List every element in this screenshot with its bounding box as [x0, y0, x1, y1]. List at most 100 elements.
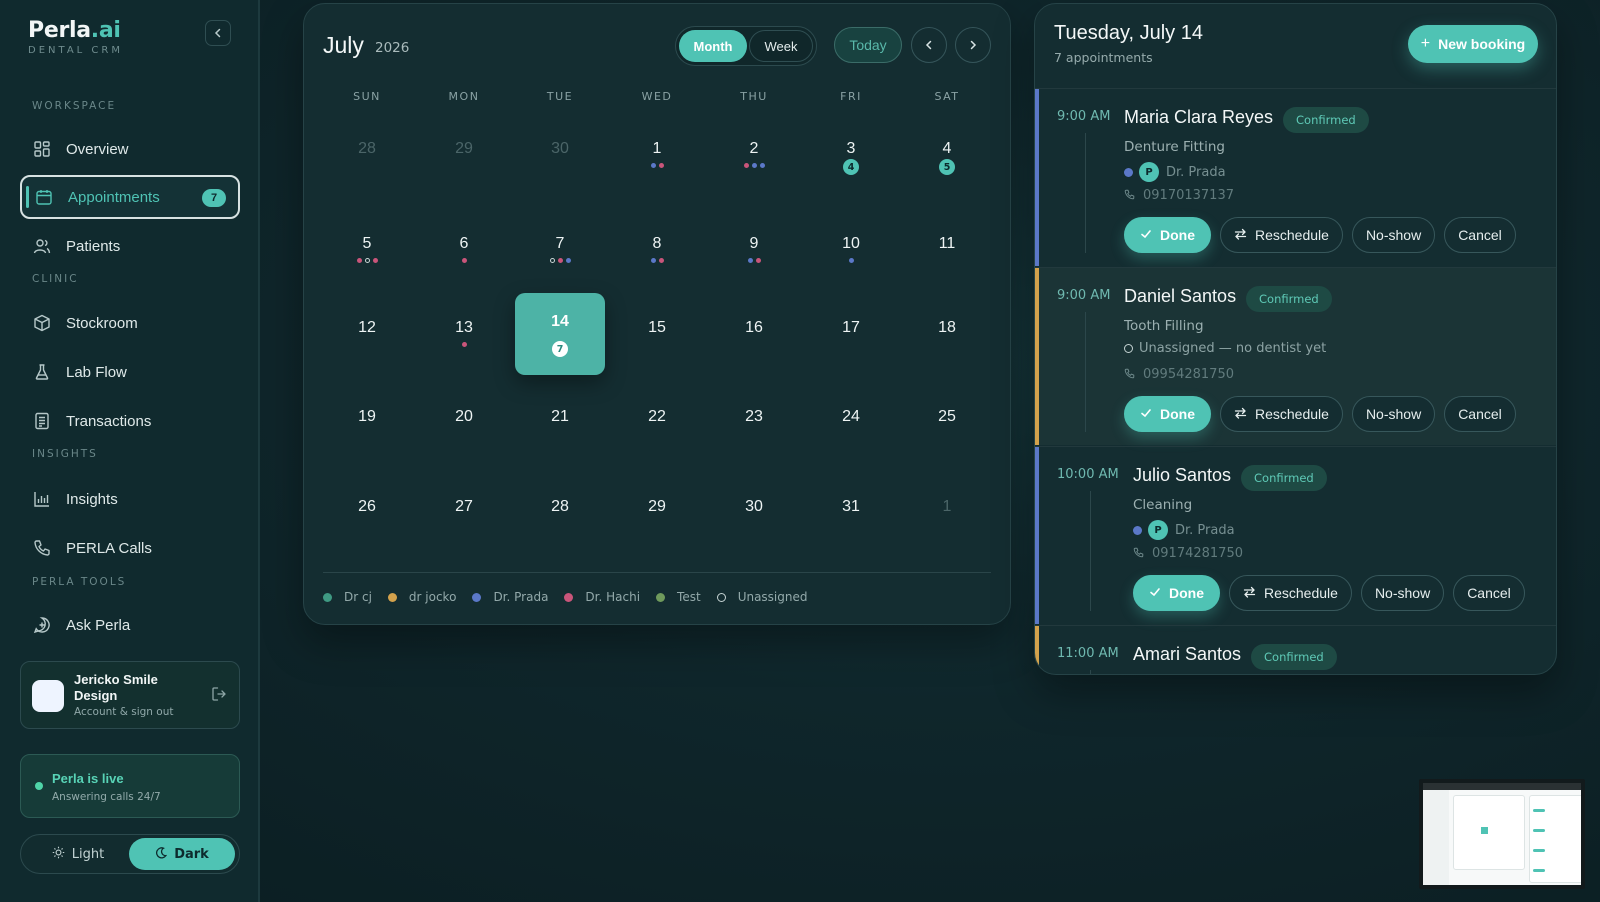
- day-number: 1: [652, 140, 662, 157]
- appointment-dots: [612, 163, 702, 168]
- calendar-day[interactable]: 9: [709, 209, 799, 291]
- calendar-day[interactable]: 23: [709, 382, 799, 464]
- sign-out-icon[interactable]: [211, 686, 227, 706]
- patient-name[interactable]: Amari Santos: [1133, 644, 1241, 665]
- previous-month-button[interactable]: [911, 27, 947, 63]
- patient-name[interactable]: Julio Santos: [1133, 465, 1231, 486]
- sidebar-item-label: Appointments: [68, 188, 160, 206]
- theme-dark-label: Dark: [174, 846, 209, 862]
- cancel-button[interactable]: Cancel: [1453, 575, 1525, 611]
- calendar-day[interactable]: 30: [709, 472, 799, 554]
- appointment-card[interactable]: 9:00 AM Maria Clara Reyes Confirmed Denture…: [1035, 88, 1556, 266]
- calendar-day[interactable]: 20: [419, 382, 509, 464]
- calendar-day[interactable]: 31: [806, 472, 896, 554]
- done-button[interactable]: Done: [1133, 575, 1220, 611]
- calendar-day[interactable]: 28: [322, 114, 412, 196]
- next-month-button[interactable]: [955, 27, 991, 63]
- day-number: 28: [551, 498, 569, 515]
- calendar-day[interactable]: 45: [902, 114, 992, 196]
- swap-icon: [1234, 228, 1247, 243]
- calendar-day[interactable]: 7: [515, 209, 605, 291]
- no-show-button[interactable]: No-show: [1360, 575, 1445, 611]
- sidebar-item-patients[interactable]: Patients: [20, 224, 240, 268]
- sidebar-item-transactions[interactable]: Transactions: [20, 399, 240, 443]
- reschedule-label: Reschedule: [1264, 585, 1338, 601]
- sidebar-item-perla-calls[interactable]: PERLA Calls: [20, 526, 240, 570]
- calendar-day[interactable]: 13: [419, 293, 509, 375]
- appointment-dot: [658, 163, 664, 168]
- calendar-day[interactable]: 28: [515, 472, 605, 554]
- done-label: Done: [1160, 406, 1195, 422]
- done-button[interactable]: Done: [1124, 396, 1211, 432]
- appointment-card[interactable]: 9:00 AM Daniel Santos Confirmed Tooth Filli…: [1035, 267, 1556, 445]
- calendar-day[interactable]: 8: [612, 209, 702, 291]
- cancel-button[interactable]: Cancel: [1444, 396, 1516, 432]
- calendar-day[interactable]: 29: [612, 472, 702, 554]
- collapse-sidebar-button[interactable]: [205, 20, 231, 46]
- screen-preview-thumbnail[interactable]: [1419, 779, 1585, 889]
- calendar-day[interactable]: 29: [419, 114, 509, 196]
- patient-name[interactable]: Maria Clara Reyes: [1124, 107, 1273, 128]
- week-view-button[interactable]: Week: [749, 30, 813, 62]
- calendar-day[interactable]: 10: [806, 209, 896, 291]
- today-button[interactable]: Today: [834, 27, 902, 63]
- calendar-day[interactable]: 17: [806, 293, 896, 375]
- account-card[interactable]: Jericko Smile Design Account & sign out: [20, 661, 240, 729]
- calendar-day[interactable]: 34: [806, 114, 896, 196]
- sidebar-item-ask-perla[interactable]: Ask Perla: [20, 603, 240, 647]
- appointment-dots: [419, 258, 509, 263]
- sidebar-item-stockroom[interactable]: Stockroom: [20, 301, 240, 345]
- calendar-day[interactable]: 30: [515, 114, 605, 196]
- calendar-day[interactable]: 12: [322, 293, 412, 375]
- calendar-day[interactable]: 22: [612, 382, 702, 464]
- no-show-button[interactable]: No-show: [1351, 217, 1436, 253]
- brand-logo[interactable]: Perla.ai DENTAL CRM: [28, 18, 123, 56]
- check-icon: [1149, 586, 1161, 601]
- sidebar-item-appointments[interactable]: Appointments 7: [20, 175, 240, 219]
- calendar-day[interactable]: 21: [515, 382, 605, 464]
- patient-name[interactable]: Daniel Santos: [1124, 286, 1236, 307]
- assigned-dentist: Unassigned — no dentist yet: [1124, 341, 1326, 356]
- theme-dark-button[interactable]: Dark: [129, 838, 235, 870]
- patient-phone[interactable]: 09954281750: [1124, 367, 1234, 382]
- calendar-day[interactable]: 19: [322, 382, 412, 464]
- calendar-day[interactable]: 1: [612, 114, 702, 196]
- calendar-day[interactable]: 11: [902, 209, 992, 291]
- reschedule-button[interactable]: Reschedule: [1220, 217, 1343, 253]
- calendar-day[interactable]: 18: [902, 293, 992, 375]
- assigned-dentist[interactable]: P Dr. Prada: [1124, 162, 1226, 182]
- appointment-card[interactable]: 10:00 AM Julio Santos Confirmed Cleaning P Dr…: [1035, 446, 1556, 624]
- patient-phone[interactable]: 09170137137: [1124, 188, 1234, 203]
- sidebar-item-insights[interactable]: Insights: [20, 477, 240, 521]
- patient-phone[interactable]: 09174281750: [1133, 546, 1243, 561]
- new-booking-button[interactable]: + New booking: [1408, 25, 1538, 63]
- calendar-day[interactable]: 1: [902, 472, 992, 554]
- day-number: 3: [846, 140, 856, 157]
- no-show-button[interactable]: No-show: [1351, 396, 1436, 432]
- calendar-day[interactable]: 27: [419, 472, 509, 554]
- dentist-color-bar: [1035, 447, 1039, 624]
- appointment-dot: [658, 258, 664, 263]
- calendar-day[interactable]: 24: [806, 382, 896, 464]
- reschedule-button[interactable]: Reschedule: [1229, 575, 1352, 611]
- calendar-day[interactable]: 16: [709, 293, 799, 375]
- calendar-day[interactable]: 15: [612, 293, 702, 375]
- assigned-dentist[interactable]: P Dr. Prada: [1133, 520, 1235, 540]
- appointment-card[interactable]: 11:00 AM Amari Santos Confirmed: [1035, 625, 1556, 674]
- calendar-day[interactable]: 26: [322, 472, 412, 554]
- calendar-day[interactable]: 25: [902, 382, 992, 464]
- calendar-day[interactable]: 2: [709, 114, 799, 196]
- calendar-day-selected[interactable]: 14 7: [515, 293, 605, 375]
- legend-color-dot: [472, 592, 482, 602]
- timeline-line: [1085, 133, 1086, 253]
- cancel-button[interactable]: Cancel: [1444, 217, 1516, 253]
- reschedule-button[interactable]: Reschedule: [1220, 396, 1343, 432]
- done-button[interactable]: Done: [1124, 217, 1211, 253]
- calendar-day[interactable]: 6: [419, 209, 509, 291]
- calendar-day[interactable]: 5: [322, 209, 412, 291]
- month-view-button[interactable]: Month: [679, 30, 747, 62]
- theme-light-button[interactable]: Light: [25, 838, 131, 870]
- sidebar-item-overview[interactable]: Overview: [20, 127, 240, 171]
- weekday-label: THU: [740, 90, 768, 103]
- sidebar-item-lab-flow[interactable]: Lab Flow: [20, 350, 240, 394]
